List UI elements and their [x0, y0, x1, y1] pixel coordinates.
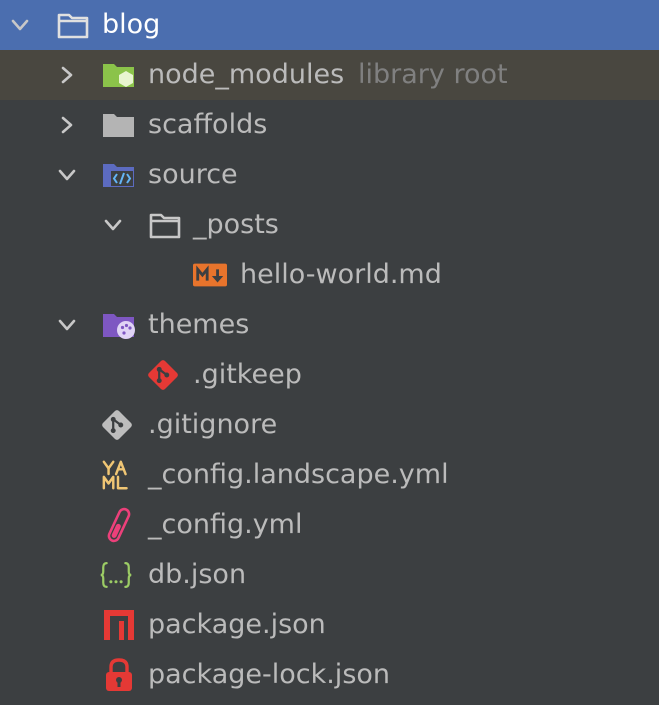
yaml-icon [101, 458, 135, 492]
folder-icon [102, 108, 136, 142]
git-icon [100, 408, 134, 442]
tree-item-gitkeep[interactable]: .gitkeep [0, 350, 659, 400]
tree-item-label: themes [148, 309, 250, 340]
chevron-down-icon[interactable] [56, 164, 78, 186]
library-root-tag: library root [358, 59, 508, 90]
tree-item-posts[interactable]: _posts [0, 200, 659, 250]
tree-item-package[interactable]: package.json [0, 600, 659, 650]
project-tree: blog node_modules library root scaffolds… [0, 0, 659, 705]
folder-open-icon [148, 208, 182, 242]
tree-item-label: .gitignore [148, 409, 278, 440]
tree-item-db[interactable]: db.json [0, 550, 659, 600]
tree-item-label: blog [102, 9, 161, 40]
folder-open-icon [56, 8, 90, 42]
tree-item-config[interactable]: _config.yml [0, 500, 659, 550]
config-icon [102, 507, 136, 543]
tree-item-package-lock[interactable]: package-lock.json [0, 650, 659, 700]
tree-item-label: hello-world.md [240, 259, 442, 290]
tree-item-label: package-lock.json [148, 659, 391, 690]
tree-item-label: db.json [148, 559, 247, 590]
chevron-right-icon[interactable] [56, 64, 78, 86]
chevron-down-icon[interactable] [102, 214, 124, 236]
chevron-right-icon[interactable] [56, 114, 78, 136]
tree-item-themes[interactable]: themes [0, 300, 659, 350]
tree-item-label: _posts [193, 209, 279, 240]
tree-item-label: _config.landscape.yml [148, 459, 449, 490]
themes-folder-icon [102, 308, 136, 342]
tree-item-label: scaffolds [148, 109, 268, 140]
tree-item-label: node_modules [148, 59, 345, 90]
node-folder-icon [102, 58, 136, 92]
tree-item-gitignore[interactable]: .gitignore [0, 400, 659, 450]
json-icon [99, 558, 133, 592]
lock-icon [102, 658, 136, 692]
tree-item-hello-world[interactable]: hello-world.md [0, 250, 659, 300]
markdown-icon [193, 258, 227, 292]
tree-item-source[interactable]: source [0, 150, 659, 200]
tree-item-blog[interactable]: blog [0, 0, 659, 50]
chevron-down-icon[interactable] [9, 14, 31, 36]
source-folder-icon [102, 158, 136, 192]
tree-item-config-landscape[interactable]: _config.landscape.yml [0, 450, 659, 500]
tree-item-label: source [148, 159, 238, 190]
tree-item-label: package.json [148, 609, 326, 640]
tree-item-node-modules[interactable]: node_modules library root [0, 50, 659, 100]
tree-item-label: _config.yml [148, 509, 303, 540]
tree-item-scaffolds[interactable]: scaffolds [0, 100, 659, 150]
chevron-down-icon[interactable] [56, 314, 78, 336]
npm-icon [102, 608, 136, 642]
tree-item-label: .gitkeep [193, 359, 302, 390]
git-icon [146, 358, 180, 392]
